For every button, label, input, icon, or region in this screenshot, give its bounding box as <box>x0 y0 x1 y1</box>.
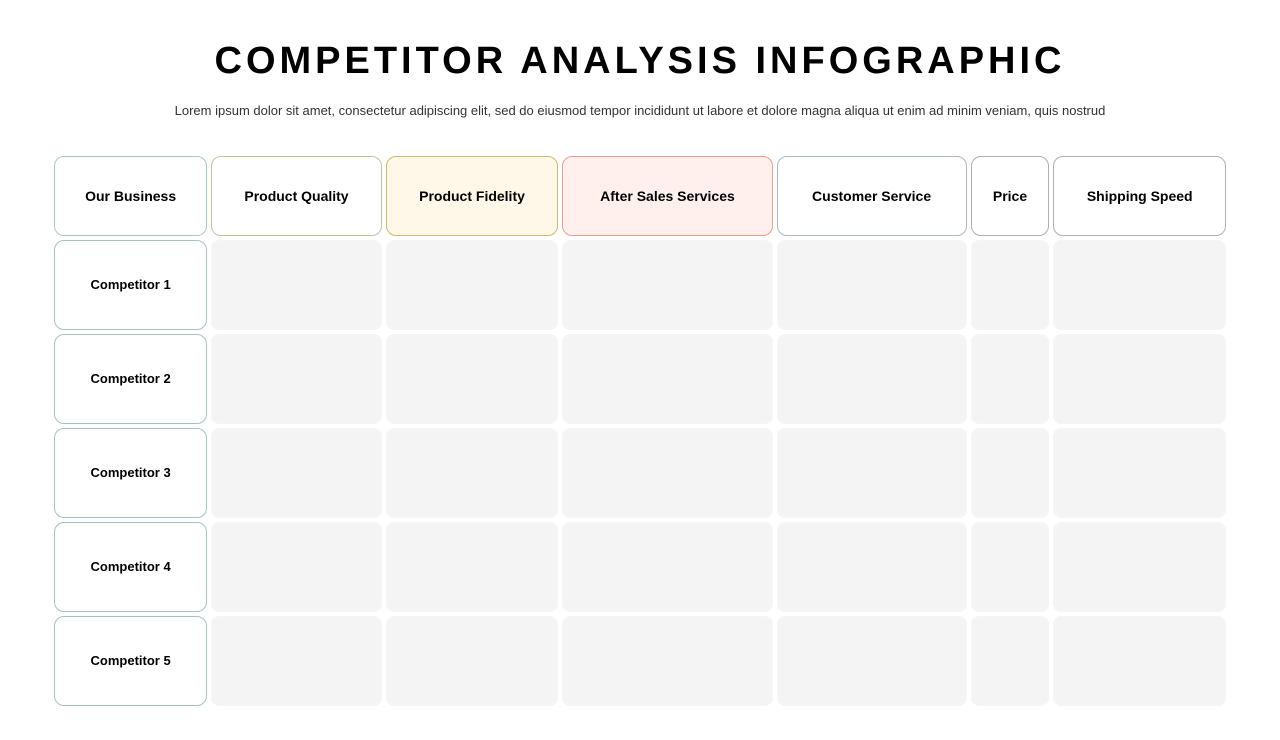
page-subtitle: Lorem ipsum dolor sit amet, consectetur … <box>115 101 1165 122</box>
data-cell <box>971 334 1050 424</box>
row-label-competitor-2: Competitor 2 <box>54 334 207 424</box>
data-cell <box>777 522 967 612</box>
table-row: Competitor 2 <box>54 334 1226 424</box>
data-cell <box>971 428 1050 518</box>
data-cell <box>211 522 382 612</box>
header-row: Our BusinessProduct QualityProduct Fidel… <box>54 156 1226 236</box>
data-cell <box>562 428 772 518</box>
header-cell-price: Price <box>971 156 1050 236</box>
data-cell <box>1053 616 1226 706</box>
data-cell <box>211 240 382 330</box>
row-label-competitor-4: Competitor 4 <box>54 522 207 612</box>
data-cell <box>211 616 382 706</box>
data-cell <box>1053 334 1226 424</box>
data-cell <box>386 428 559 518</box>
header-section: COMPETITOR ANALYSIS INFOGRAPHIC Lorem ip… <box>50 40 1230 122</box>
data-cell <box>386 240 559 330</box>
header-cell-product-quality: Product Quality <box>211 156 382 236</box>
header-cell-shipping-speed: Shipping Speed <box>1053 156 1226 236</box>
data-cell <box>777 616 967 706</box>
data-cell <box>386 522 559 612</box>
data-cell <box>1053 428 1226 518</box>
data-cell <box>562 522 772 612</box>
data-cell <box>562 616 772 706</box>
grid-container: Our BusinessProduct QualityProduct Fidel… <box>50 152 1230 710</box>
header-cell-after-sales: After Sales Services <box>562 156 772 236</box>
header-cell-product-fidelity: Product Fidelity <box>386 156 559 236</box>
data-cell <box>1053 522 1226 612</box>
data-cell <box>211 334 382 424</box>
header-cell-customer-service: Customer Service <box>777 156 967 236</box>
row-label-competitor-1: Competitor 1 <box>54 240 207 330</box>
data-cell <box>777 428 967 518</box>
data-cell <box>777 334 967 424</box>
data-cell <box>971 616 1050 706</box>
data-cell <box>386 616 559 706</box>
data-cell <box>1053 240 1226 330</box>
comparison-table: Our BusinessProduct QualityProduct Fidel… <box>50 152 1230 710</box>
data-cell <box>777 240 967 330</box>
header-cell-our-business: Our Business <box>54 156 207 236</box>
data-cell <box>971 522 1050 612</box>
page-container: COMPETITOR ANALYSIS INFOGRAPHIC Lorem ip… <box>0 0 1280 740</box>
table-row: Competitor 1 <box>54 240 1226 330</box>
table-row: Competitor 5 <box>54 616 1226 706</box>
table-row: Competitor 4 <box>54 522 1226 612</box>
data-cell <box>562 334 772 424</box>
data-cell <box>971 240 1050 330</box>
data-cell <box>386 334 559 424</box>
row-label-competitor-5: Competitor 5 <box>54 616 207 706</box>
data-cell <box>211 428 382 518</box>
table-row: Competitor 3 <box>54 428 1226 518</box>
data-cell <box>562 240 772 330</box>
row-label-competitor-3: Competitor 3 <box>54 428 207 518</box>
page-title: COMPETITOR ANALYSIS INFOGRAPHIC <box>50 40 1230 83</box>
